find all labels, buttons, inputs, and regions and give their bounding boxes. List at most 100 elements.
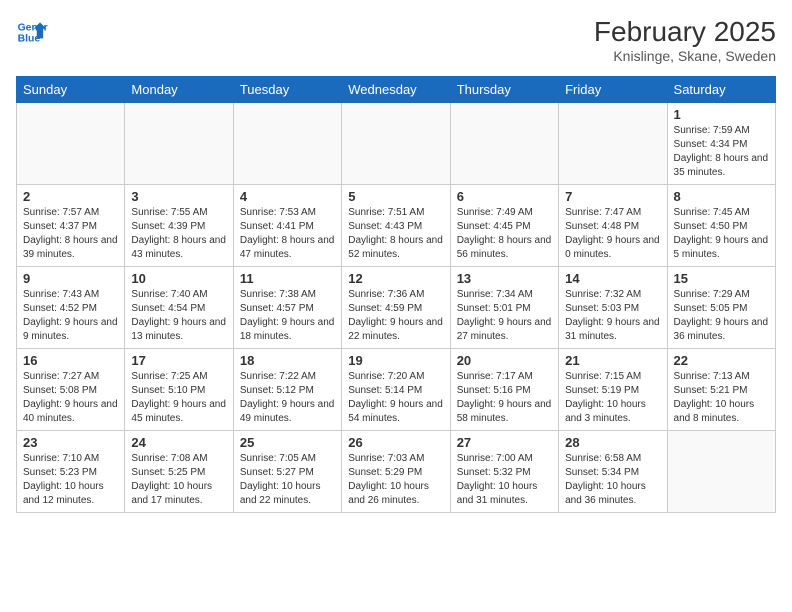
title-block: February 2025 Knislinge, Skane, Sweden <box>594 16 776 64</box>
calendar-cell <box>233 103 341 185</box>
calendar-cell: 23 Sunrise: 7:10 AM Sunset: 5:23 PM Dayli… <box>17 431 125 513</box>
day-info: Sunrise: 7:34 AM Sunset: 5:01 PM Dayligh… <box>457 288 552 344</box>
logo-icon: General Blue <box>16 16 48 48</box>
calendar-cell: 21 Sunrise: 7:15 AM Sunset: 5:19 PM Dayli… <box>559 349 667 431</box>
calendar-cell: 10Sunrise: 7:40 AM Sunset: 4:54 PM Dayli… <box>125 267 233 349</box>
day-number: 15 <box>674 271 769 286</box>
calendar-table: SundayMondayTuesdayWednesdayThursdayFrid… <box>16 76 776 513</box>
calendar-cell: 19 Sunrise: 7:20 AM Sunset: 5:14 PM Dayli… <box>342 349 450 431</box>
day-info: Sunrise: 7:29 AM Sunset: 5:05 PM Dayligh… <box>674 288 769 344</box>
day-info: Sunrise: 7:57 AM Sunset: 4:37 PM Dayligh… <box>23 206 118 262</box>
calendar-cell: 28Sunrise: 6:58 AM Sunset: 5:34 PM Dayli… <box>559 431 667 513</box>
col-header-tuesday: Tuesday <box>233 77 341 103</box>
day-info: Sunrise: 7:27 AM Sunset: 5:08 PM Dayligh… <box>23 370 118 426</box>
calendar-cell: 25 Sunrise: 7:05 AM Sunset: 5:27 PM Dayli… <box>233 431 341 513</box>
calendar-week-row: 2 Sunrise: 7:57 AM Sunset: 4:37 PM Daylig… <box>17 185 776 267</box>
calendar-cell: 27Sunrise: 7:00 AM Sunset: 5:32 PM Dayli… <box>450 431 558 513</box>
day-info: Sunrise: 7:05 AM Sunset: 5:27 PM Dayligh… <box>240 452 335 508</box>
page-header: General Blue February 2025 Knislinge, Sk… <box>16 16 776 64</box>
day-number: 21 <box>565 353 660 368</box>
day-number: 4 <box>240 189 335 204</box>
day-number: 14 <box>565 271 660 286</box>
col-header-thursday: Thursday <box>450 77 558 103</box>
calendar-cell <box>342 103 450 185</box>
day-info: Sunrise: 7:40 AM Sunset: 4:54 PM Dayligh… <box>131 288 226 344</box>
day-number: 22 <box>674 353 769 368</box>
day-number: 12 <box>348 271 443 286</box>
day-number: 13 <box>457 271 552 286</box>
calendar-cell: 9 Sunrise: 7:43 AM Sunset: 4:52 PM Daylig… <box>17 267 125 349</box>
day-info: Sunrise: 7:17 AM Sunset: 5:16 PM Dayligh… <box>457 370 552 426</box>
calendar-cell: 24Sunrise: 7:08 AM Sunset: 5:25 PM Dayli… <box>125 431 233 513</box>
day-number: 23 <box>23 435 118 450</box>
calendar-cell: 22 Sunrise: 7:13 AM Sunset: 5:21 PM Dayli… <box>667 349 775 431</box>
col-header-wednesday: Wednesday <box>342 77 450 103</box>
calendar-cell: 18Sunrise: 7:22 AM Sunset: 5:12 PM Dayli… <box>233 349 341 431</box>
day-info: Sunrise: 7:20 AM Sunset: 5:14 PM Dayligh… <box>348 370 443 426</box>
day-number: 27 <box>457 435 552 450</box>
day-number: 6 <box>457 189 552 204</box>
calendar-week-row: 16 Sunrise: 7:27 AM Sunset: 5:08 PM Dayli… <box>17 349 776 431</box>
day-number: 7 <box>565 189 660 204</box>
day-number: 5 <box>348 189 443 204</box>
day-info: Sunrise: 6:58 AM Sunset: 5:34 PM Dayligh… <box>565 452 660 508</box>
day-info: Sunrise: 7:51 AM Sunset: 4:43 PM Dayligh… <box>348 206 443 262</box>
day-info: Sunrise: 7:38 AM Sunset: 4:57 PM Dayligh… <box>240 288 335 344</box>
day-info: Sunrise: 7:15 AM Sunset: 5:19 PM Dayligh… <box>565 370 660 426</box>
day-number: 3 <box>131 189 226 204</box>
col-header-friday: Friday <box>559 77 667 103</box>
day-info: Sunrise: 7:59 AM Sunset: 4:34 PM Dayligh… <box>674 124 769 180</box>
day-number: 26 <box>348 435 443 450</box>
calendar-cell: 17 Sunrise: 7:25 AM Sunset: 5:10 PM Dayli… <box>125 349 233 431</box>
day-number: 2 <box>23 189 118 204</box>
day-number: 17 <box>131 353 226 368</box>
logo: General Blue <box>16 16 48 48</box>
month-year-title: February 2025 <box>594 16 776 48</box>
calendar-cell: 26 Sunrise: 7:03 AM Sunset: 5:29 PM Dayli… <box>342 431 450 513</box>
calendar-cell: 14 Sunrise: 7:32 AM Sunset: 5:03 PM Dayli… <box>559 267 667 349</box>
day-number: 25 <box>240 435 335 450</box>
day-info: Sunrise: 7:47 AM Sunset: 4:48 PM Dayligh… <box>565 206 660 262</box>
calendar-cell: 8Sunrise: 7:45 AM Sunset: 4:50 PM Daylig… <box>667 185 775 267</box>
calendar-cell: 7 Sunrise: 7:47 AM Sunset: 4:48 PM Daylig… <box>559 185 667 267</box>
calendar-cell: 15 Sunrise: 7:29 AM Sunset: 5:05 PM Dayli… <box>667 267 775 349</box>
calendar-cell: 20 Sunrise: 7:17 AM Sunset: 5:16 PM Dayli… <box>450 349 558 431</box>
day-info: Sunrise: 7:10 AM Sunset: 5:23 PM Dayligh… <box>23 452 118 508</box>
day-number: 16 <box>23 353 118 368</box>
day-info: Sunrise: 7:32 AM Sunset: 5:03 PM Dayligh… <box>565 288 660 344</box>
day-info: Sunrise: 7:25 AM Sunset: 5:10 PM Dayligh… <box>131 370 226 426</box>
col-header-saturday: Saturday <box>667 77 775 103</box>
day-info: Sunrise: 7:49 AM Sunset: 4:45 PM Dayligh… <box>457 206 552 262</box>
day-number: 11 <box>240 271 335 286</box>
day-info: Sunrise: 7:43 AM Sunset: 4:52 PM Dayligh… <box>23 288 118 344</box>
calendar-cell: 1 Sunrise: 7:59 AM Sunset: 4:34 PM Daylig… <box>667 103 775 185</box>
calendar-cell: 6 Sunrise: 7:49 AM Sunset: 4:45 PM Daylig… <box>450 185 558 267</box>
calendar-cell: 12 Sunrise: 7:36 AM Sunset: 4:59 PM Dayli… <box>342 267 450 349</box>
calendar-cell: 3 Sunrise: 7:55 AM Sunset: 4:39 PM Daylig… <box>125 185 233 267</box>
calendar-cell: 4 Sunrise: 7:53 AM Sunset: 4:41 PM Daylig… <box>233 185 341 267</box>
calendar-cell: 2 Sunrise: 7:57 AM Sunset: 4:37 PM Daylig… <box>17 185 125 267</box>
day-number: 20 <box>457 353 552 368</box>
day-number: 9 <box>23 271 118 286</box>
calendar-cell: 13 Sunrise: 7:34 AM Sunset: 5:01 PM Dayli… <box>450 267 558 349</box>
day-info: Sunrise: 7:55 AM Sunset: 4:39 PM Dayligh… <box>131 206 226 262</box>
calendar-cell: 5 Sunrise: 7:51 AM Sunset: 4:43 PM Daylig… <box>342 185 450 267</box>
day-info: Sunrise: 7:53 AM Sunset: 4:41 PM Dayligh… <box>240 206 335 262</box>
day-number: 8 <box>674 189 769 204</box>
calendar-cell: 16 Sunrise: 7:27 AM Sunset: 5:08 PM Dayli… <box>17 349 125 431</box>
calendar-cell: 11 Sunrise: 7:38 AM Sunset: 4:57 PM Dayli… <box>233 267 341 349</box>
calendar-cell <box>17 103 125 185</box>
calendar-cell <box>125 103 233 185</box>
day-number: 19 <box>348 353 443 368</box>
location-subtitle: Knislinge, Skane, Sweden <box>594 48 776 64</box>
day-number: 18 <box>240 353 335 368</box>
day-info: Sunrise: 7:08 AM Sunset: 5:25 PM Dayligh… <box>131 452 226 508</box>
day-info: Sunrise: 7:13 AM Sunset: 5:21 PM Dayligh… <box>674 370 769 426</box>
day-info: Sunrise: 7:36 AM Sunset: 4:59 PM Dayligh… <box>348 288 443 344</box>
calendar-week-row: 23 Sunrise: 7:10 AM Sunset: 5:23 PM Dayli… <box>17 431 776 513</box>
col-header-monday: Monday <box>125 77 233 103</box>
calendar-week-row: 1 Sunrise: 7:59 AM Sunset: 4:34 PM Daylig… <box>17 103 776 185</box>
calendar-week-row: 9 Sunrise: 7:43 AM Sunset: 4:52 PM Daylig… <box>17 267 776 349</box>
day-info: Sunrise: 7:03 AM Sunset: 5:29 PM Dayligh… <box>348 452 443 508</box>
day-number: 1 <box>674 107 769 122</box>
